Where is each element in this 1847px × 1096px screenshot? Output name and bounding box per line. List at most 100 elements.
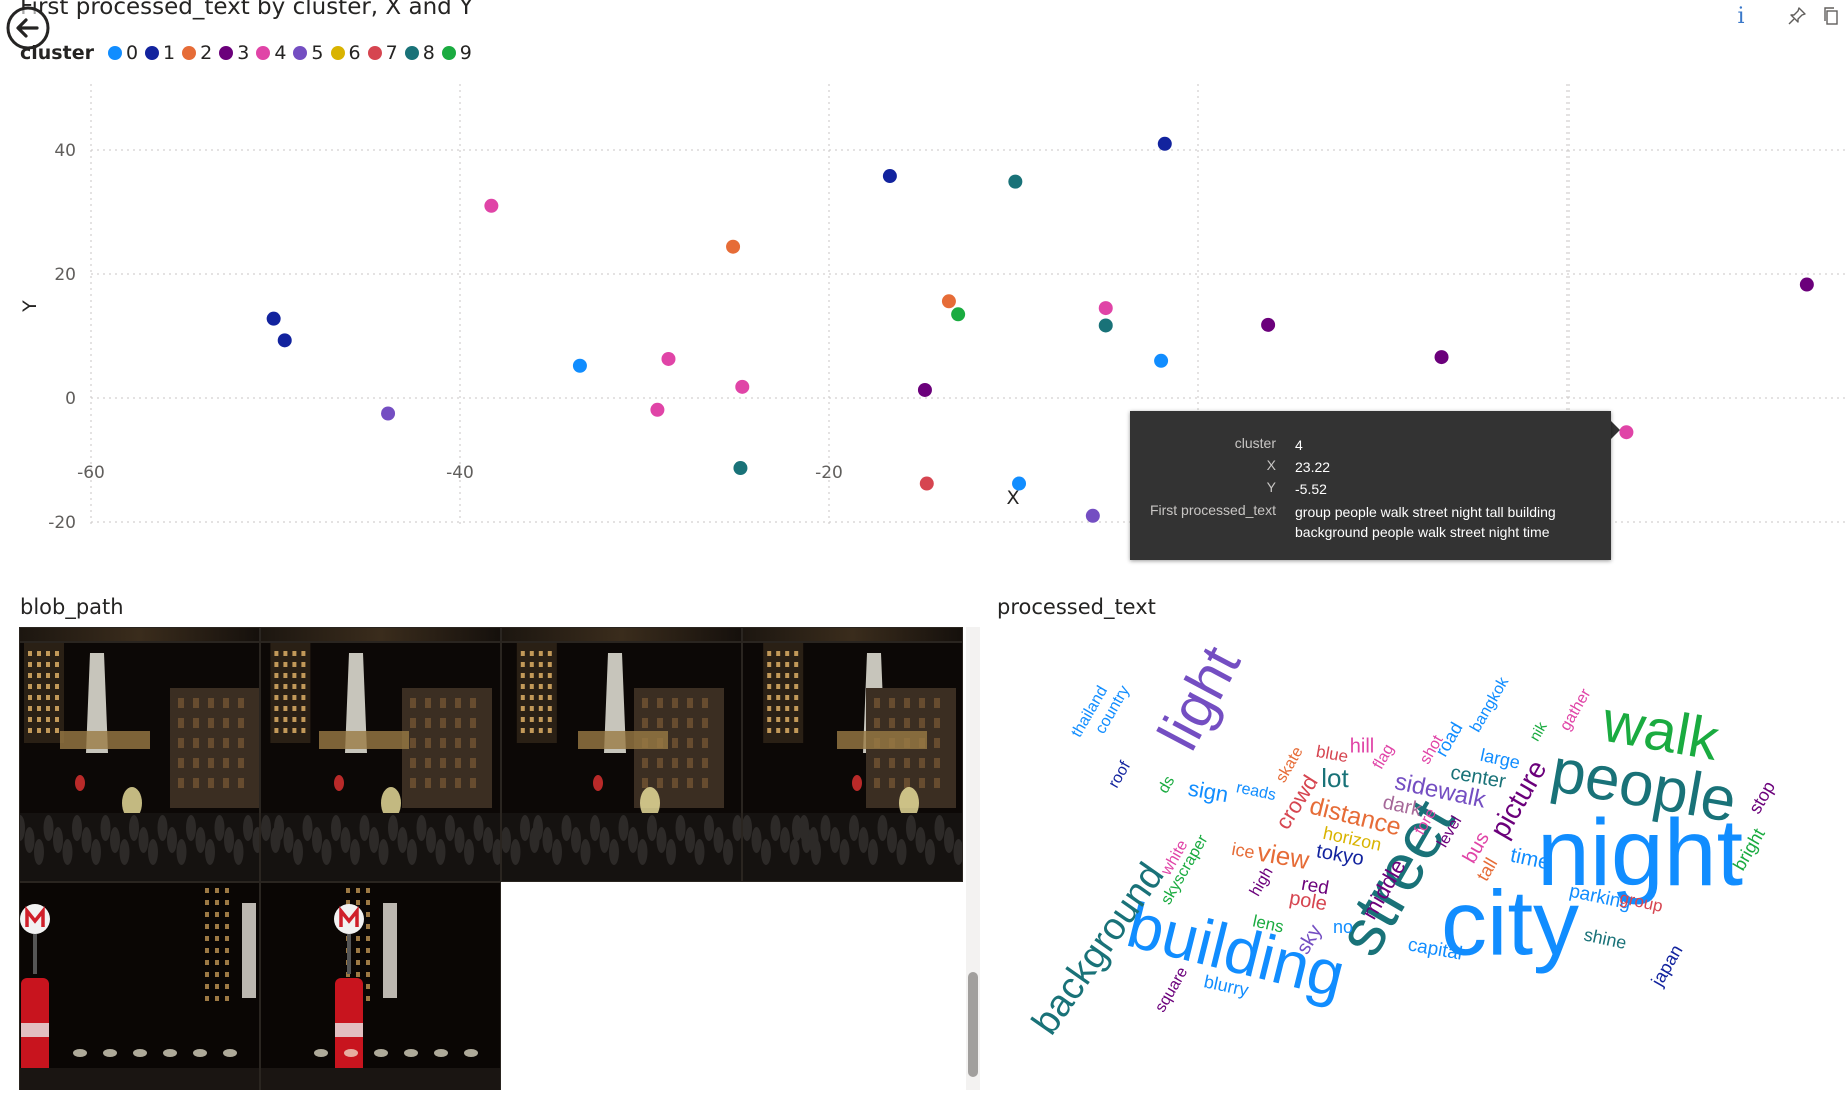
legend-marker bbox=[404, 46, 419, 60]
info-icon[interactable]: i bbox=[1728, 3, 1754, 29]
tooltip-value-y: -5.52 bbox=[1295, 481, 1327, 497]
legend-marker bbox=[219, 46, 234, 60]
scatter-point-cluster-2[interactable] bbox=[726, 239, 741, 254]
photo-image bbox=[261, 643, 500, 881]
y-tick-label: -20 bbox=[48, 513, 76, 533]
scatter-point-cluster-4[interactable] bbox=[484, 198, 499, 213]
scatter-point-cluster-3[interactable] bbox=[917, 382, 932, 397]
pin-button[interactable] bbox=[1784, 3, 1810, 29]
legend-label: 6 bbox=[348, 42, 361, 64]
legend-item-0[interactable]: 0 bbox=[107, 42, 138, 64]
scatter-point-cluster-4[interactable] bbox=[1619, 425, 1634, 440]
legend-marker bbox=[441, 46, 456, 60]
wordcloud-word[interactable]: ice bbox=[1230, 839, 1256, 863]
wordcloud-word[interactable]: reads bbox=[1235, 779, 1278, 804]
legend-item-5[interactable]: 5 bbox=[293, 42, 324, 64]
tooltip: cluster 4 X 23.22 Y -5.52 First processe… bbox=[1130, 411, 1611, 560]
thumbnail-night-street-photo-3[interactable] bbox=[501, 642, 742, 882]
thumbnail-partial[interactable] bbox=[742, 627, 963, 642]
legend-item-8[interactable]: 8 bbox=[404, 42, 435, 64]
scatter-point-cluster-0[interactable] bbox=[572, 358, 587, 373]
thumbnail-metro-sign-photo-1[interactable] bbox=[19, 882, 260, 1090]
wordcloud-word[interactable]: high bbox=[1247, 865, 1277, 900]
wordcloud-word[interactable]: shine bbox=[1582, 925, 1628, 954]
legend-item-1[interactable]: 1 bbox=[145, 42, 175, 64]
scatter-point-cluster-4[interactable] bbox=[650, 402, 665, 417]
tooltip-key-x: X bbox=[1266, 457, 1276, 473]
thumbnail-metro-sign-photo-2[interactable] bbox=[260, 882, 501, 1090]
wordcloud-word[interactable]: nik bbox=[1526, 719, 1551, 745]
scatter-point-cluster-8[interactable] bbox=[1008, 174, 1023, 189]
scatter-point-cluster-0[interactable] bbox=[1012, 476, 1027, 491]
wordcloud-word[interactable]: no bbox=[1333, 917, 1353, 937]
scatter-point-cluster-9[interactable] bbox=[951, 307, 966, 322]
wordcloud-word[interactable]: square bbox=[1152, 964, 1191, 1015]
scatter-point-cluster-7[interactable] bbox=[919, 476, 934, 491]
wordcloud-word[interactable]: bangkok bbox=[1467, 674, 1512, 736]
scatter-point-cluster-3[interactable] bbox=[1261, 317, 1276, 332]
legend-marker bbox=[293, 46, 308, 60]
wordcloud-word[interactable]: light bbox=[1146, 636, 1253, 760]
photo-image bbox=[20, 643, 259, 881]
legend-item-6[interactable]: 6 bbox=[330, 42, 361, 64]
wordcloud-word[interactable]: city bbox=[1441, 872, 1579, 974]
wordcloud-word[interactable]: stop bbox=[1745, 778, 1779, 817]
thumbnail-partial[interactable] bbox=[19, 627, 260, 642]
y-tick-label: 20 bbox=[54, 265, 76, 285]
legend-label: 5 bbox=[311, 42, 324, 64]
legend-marker bbox=[256, 46, 271, 60]
scatter-point-cluster-5[interactable] bbox=[1085, 508, 1100, 523]
word-cloud: nightcitystreetbuildingpeoplewalklightba… bbox=[1024, 636, 1779, 1042]
y-tick-label: 40 bbox=[54, 141, 76, 161]
scatter-point-cluster-4[interactable] bbox=[735, 379, 750, 394]
wordcloud-word[interactable]: sign bbox=[1186, 776, 1230, 808]
legend-label: 1 bbox=[163, 42, 176, 64]
thumbnail-night-street-photo-1[interactable] bbox=[19, 642, 260, 882]
thumbnail-night-street-photo-2[interactable] bbox=[260, 642, 501, 882]
wordcloud-word[interactable]: roof bbox=[1106, 758, 1135, 791]
scatter-point-cluster-0[interactable] bbox=[1154, 353, 1169, 368]
legend-item-2[interactable]: 2 bbox=[182, 42, 212, 64]
wordcloud-word[interactable]: lot bbox=[1321, 763, 1349, 793]
copy-button[interactable] bbox=[1818, 3, 1844, 29]
scatter-point-cluster-8[interactable] bbox=[733, 461, 748, 476]
thumbnail-night-street-photo-4[interactable] bbox=[742, 642, 963, 882]
image-gallery[interactable] bbox=[19, 627, 963, 1090]
legend-marker bbox=[330, 46, 345, 60]
thumbnail-partial[interactable] bbox=[260, 627, 501, 642]
legend-item-4[interactable]: 4 bbox=[256, 42, 286, 64]
chart-legend: cluster 0 1 2 3 4 5 6 7 8 9 bbox=[20, 40, 479, 66]
wordcloud-word[interactable]: ds bbox=[1155, 773, 1178, 796]
scatter-point-cluster-2[interactable] bbox=[941, 294, 956, 309]
scatter-point-cluster-4[interactable] bbox=[1098, 301, 1113, 316]
pin-icon bbox=[1788, 7, 1806, 25]
legend-title: cluster bbox=[20, 42, 94, 64]
photo-image bbox=[502, 643, 741, 881]
scatter-point-cluster-1[interactable] bbox=[882, 169, 897, 184]
wordcloud-word[interactable]: gather bbox=[1557, 685, 1595, 733]
wordcloud-word[interactable]: road bbox=[1431, 719, 1466, 760]
chart-title: First processed_text by cluster, X and Y bbox=[20, 0, 474, 20]
scatter-point-cluster-5[interactable] bbox=[381, 406, 396, 421]
legend-item-7[interactable]: 7 bbox=[367, 42, 398, 64]
scatter-point-cluster-1[interactable] bbox=[277, 333, 292, 348]
scatter-point-cluster-1[interactable] bbox=[266, 311, 281, 326]
scatter-point-cluster-8[interactable] bbox=[1098, 318, 1113, 333]
scatter-point-cluster-1[interactable] bbox=[1157, 136, 1172, 151]
wordcloud-word[interactable]: japan bbox=[1647, 941, 1687, 990]
scatter-point-cluster-3[interactable] bbox=[1799, 277, 1814, 292]
legend-label: 2 bbox=[200, 42, 213, 64]
tooltip-key-y: Y bbox=[1266, 479, 1276, 495]
tooltip-arrow bbox=[1610, 420, 1620, 440]
tooltip-key-text: First processed_text bbox=[1149, 502, 1276, 518]
wordcloud-word[interactable]: hill bbox=[1350, 735, 1374, 757]
legend-item-9[interactable]: 9 bbox=[441, 42, 472, 64]
legend-label: 3 bbox=[237, 42, 250, 64]
wordcloud-word[interactable]: blue bbox=[1315, 742, 1350, 766]
thumbnail-partial[interactable] bbox=[501, 627, 742, 642]
photo-image bbox=[261, 883, 500, 1090]
scatter-point-cluster-4[interactable] bbox=[661, 351, 676, 366]
gallery-scrollbar-thumb[interactable] bbox=[968, 972, 978, 1077]
legend-item-3[interactable]: 3 bbox=[219, 42, 249, 64]
scatter-point-cluster-3[interactable] bbox=[1434, 350, 1449, 365]
